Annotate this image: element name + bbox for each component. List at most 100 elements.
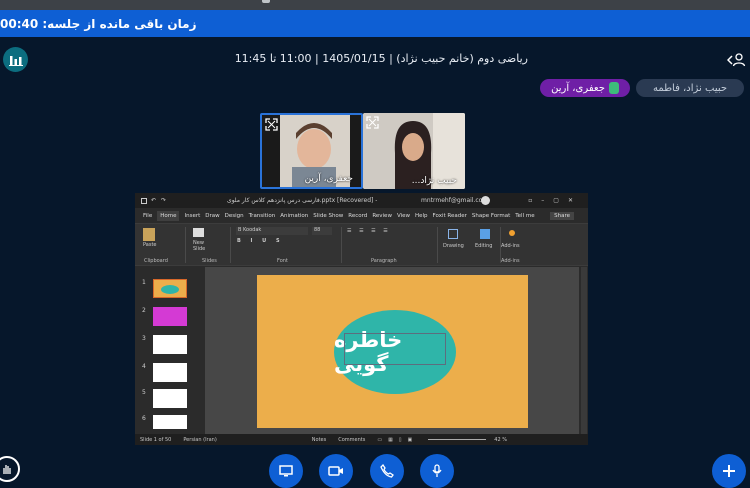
participant-name: جعفری، آرین <box>551 82 605 94</box>
language-indicator: Persian (Iran) <box>183 436 217 443</box>
menu-review[interactable]: Review <box>372 213 392 219</box>
redo-icon[interactable]: ↷ <box>161 197 166 204</box>
drawing-button[interactable]: Drawing <box>443 243 464 249</box>
video-tile[interactable]: جعفری، آرین <box>260 113 363 189</box>
ppt-title-bar: ↶ ↷ فارسی درس پانزدهم کلاس کار ملوی.pptx… <box>135 193 588 208</box>
phone-button[interactable] <box>370 454 404 488</box>
bar-chart-icon <box>8 55 23 66</box>
ppt-menu-bar: File Home Insert Draw Design Transition … <box>135 208 588 223</box>
microphone-button[interactable] <box>420 454 454 488</box>
monitor-icon <box>279 465 293 477</box>
new-slide-icon[interactable] <box>193 228 204 237</box>
slide-thumbnail[interactable] <box>153 307 187 326</box>
paragraph-buttons[interactable]: ☰ ☰ ☰ ☰ <box>347 228 391 234</box>
ribbon-separator <box>230 227 231 263</box>
slide-canvas: خاطره گویی <box>205 267 579 434</box>
editing-icon[interactable] <box>480 229 490 239</box>
font-size-select[interactable]: 88 <box>312 227 332 235</box>
tell-me[interactable]: Tell me <box>515 213 534 219</box>
group-font: Font <box>277 258 288 264</box>
tab-handle[interactable] <box>262 0 270 3</box>
ppt-account: mntrmehf@gmail.com <box>421 197 489 204</box>
slide-thumbnail[interactable] <box>153 279 187 298</box>
thumb-number: 2 <box>142 307 146 314</box>
menu-draw[interactable]: Draw <box>205 213 219 219</box>
font-format-buttons[interactable]: B I U S <box>237 238 284 244</box>
user-chevron-icon <box>727 53 746 67</box>
text-selection-box <box>344 333 446 365</box>
expand-icon[interactable] <box>265 118 278 131</box>
participant-name: حبیب نژاد، فاطمه <box>652 82 728 94</box>
ribbon-separator <box>185 227 186 263</box>
share-button[interactable]: Share <box>550 211 574 220</box>
session-timer-bar: زمان باقی مانده از جلسه: 00:40 <box>0 10 750 37</box>
add-ins-icon[interactable] <box>509 230 515 236</box>
raise-hand-button[interactable] <box>0 456 20 482</box>
drawing-icon[interactable] <box>448 229 458 239</box>
camera-button[interactable] <box>319 454 353 488</box>
video-name: حبیب نژاد... <box>411 176 457 186</box>
ppt-ribbon: Paste Clipboard New Slide Slides B Kooda… <box>135 223 588 266</box>
group-add-ins: Add-ins <box>501 258 520 264</box>
shared-screen-powerpoint[interactable]: ↶ ↷ فارسی درس پانزدهم کلاس کار ملوی.pptx… <box>135 193 588 445</box>
participant-chips: حبیب نژاد، فاطمه جعفری، آرین <box>540 79 744 97</box>
menu-shape-format[interactable]: Shape Format <box>472 213 510 219</box>
current-slide[interactable]: خاطره گویی <box>257 275 528 428</box>
paste-icon[interactable] <box>143 228 155 241</box>
menu-view[interactable]: View <box>397 213 410 219</box>
video-name: جعفری، آرین <box>304 174 353 184</box>
undo-icon[interactable]: ↶ <box>151 197 156 204</box>
menu-transition[interactable]: Transition <box>249 213 276 219</box>
save-icon[interactable] <box>141 197 147 204</box>
paste-button[interactable]: Paste <box>143 242 157 248</box>
add-action-button[interactable] <box>712 454 746 488</box>
menu-home[interactable]: Home <box>157 210 180 221</box>
menu-slide-show[interactable]: Slide Show <box>313 213 343 219</box>
editing-button[interactable]: Editing <box>475 243 492 249</box>
camera-icon <box>328 466 343 476</box>
notes-button[interactable]: Notes <box>312 437 326 443</box>
add-ins-button[interactable]: Add-ins <box>501 243 520 249</box>
share-screen-button[interactable] <box>269 454 303 488</box>
thumb-number: 6 <box>142 415 146 422</box>
slide-thumbnail[interactable] <box>153 389 187 408</box>
thumb-number: 1 <box>142 279 146 286</box>
slide-thumbnails: 1 2 3 4 5 6 <box>139 269 203 432</box>
microphone-icon <box>432 464 442 477</box>
video-tile[interactable]: حبیب نژاد... <box>363 113 465 189</box>
stats-button[interactable] <box>3 47 28 72</box>
expand-icon[interactable] <box>366 116 379 129</box>
vertical-scrollbar[interactable] <box>581 267 587 434</box>
users-toggle-button[interactable] <box>726 51 748 69</box>
comments-button[interactable]: Comments <box>338 437 365 443</box>
menu-help[interactable]: Help <box>415 213 428 219</box>
font-name-select[interactable]: B Koodak <box>236 227 308 235</box>
session-timer-text: زمان باقی مانده از جلسه: 00:40 <box>0 16 197 31</box>
meeting-title: ریاضی دوم (خانم حبیب نژاد) | 1405/01/15 … <box>234 52 528 65</box>
zoom-slider[interactable] <box>428 439 487 440</box>
participant-chip-talking[interactable]: جعفری، آرین <box>540 79 630 97</box>
window-controls[interactable]: ▫–▢✕ <box>528 197 582 204</box>
menu-insert[interactable]: Insert <box>184 213 200 219</box>
view-buttons[interactable]: ▭▦▯▣ <box>377 437 418 443</box>
menu-foxit[interactable]: Foxit Reader <box>433 213 467 219</box>
menu-record[interactable]: Record <box>348 213 367 219</box>
menu-animation[interactable]: Animation <box>280 213 308 219</box>
participant-chip[interactable]: حبیب نژاد، فاطمه <box>636 79 744 97</box>
avatar[interactable] <box>481 196 490 205</box>
hand-icon <box>3 465 11 474</box>
menu-file[interactable]: File <box>143 213 152 219</box>
menu-design[interactable]: Design <box>225 213 244 219</box>
ppt-status-bar: Slide 1 of 50 Persian (Iran) Notes Comme… <box>135 434 588 445</box>
phone-icon <box>380 464 394 478</box>
slide-thumbnail[interactable] <box>153 335 187 354</box>
zoom-level[interactable]: 42 % <box>494 437 507 443</box>
ppt-document-title: فارسی درس پانزدهم کلاس کار ملوی.pptx [Re… <box>227 197 377 204</box>
ppt-work-area: 1 2 3 4 5 6 خاطره گویی <box>135 267 588 434</box>
group-slides: Slides <box>202 258 217 264</box>
slide-thumbnail[interactable] <box>153 415 187 429</box>
new-slide-button[interactable]: New Slide <box>193 240 213 252</box>
slide-thumbnail[interactable] <box>153 363 187 382</box>
ribbon-separator <box>437 227 438 263</box>
group-paragraph: Paragraph <box>371 258 397 264</box>
